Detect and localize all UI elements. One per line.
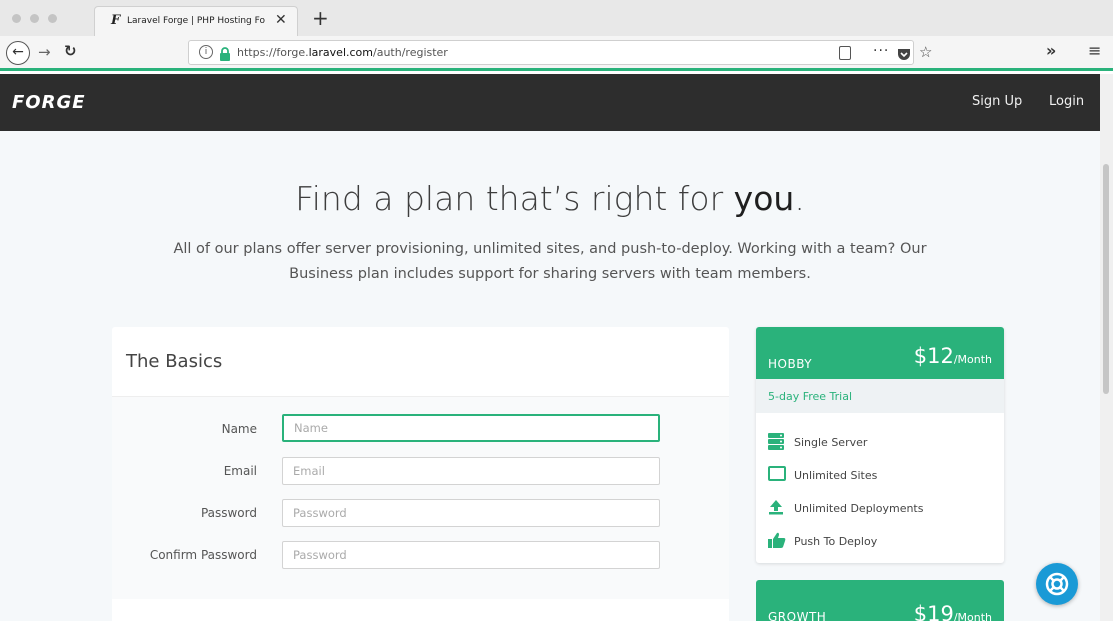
reader-view-icon[interactable] — [839, 46, 851, 60]
page-title: Find a plan that’s right for you. — [295, 179, 805, 218]
page-subtitle: All of our plans offer server provisioni… — [173, 241, 927, 282]
confirm-password-field[interactable] — [282, 541, 660, 569]
scrollbar-thumb[interactable] — [1103, 164, 1109, 394]
plan-price: $19/Month — [913, 602, 992, 621]
password-label: Password — [200, 506, 257, 520]
site-header: FORGE Sign Up Login — [0, 74, 1100, 131]
name-label: Name — [221, 422, 257, 436]
close-tab-icon[interactable]: ✕ — [275, 12, 287, 28]
feature-label: Single Server — [794, 436, 868, 449]
browser-tab-bar: F Laravel Forge | PHP Hosting Fo ✕ + — [0, 0, 1113, 36]
page-content: Find a plan that’s right for you. All of… — [0, 131, 1100, 621]
pocket-icon[interactable] — [897, 46, 911, 65]
password-field[interactable] — [282, 499, 660, 527]
forge-logo[interactable]: FORGE — [12, 92, 86, 113]
new-tab-icon[interactable]: + — [312, 6, 329, 30]
basics-form-card: The Basics Name Email Password Confirm P… — [112, 327, 729, 621]
plan-price: $12/Month — [913, 344, 992, 368]
thumbs-up-icon — [768, 532, 786, 552]
browser-nav-bar: ← → ↻ i https://forge.laravel.com/auth/r… — [0, 36, 1113, 71]
feature-label: Push To Deploy — [794, 535, 878, 548]
plan-name: GROWTH — [768, 610, 827, 621]
plan-feature: Push To Deploy — [768, 532, 998, 550]
upload-icon — [768, 499, 784, 519]
plan-feature: Unlimited Deployments — [768, 499, 998, 517]
window-zoom-dot[interactable] — [48, 14, 57, 23]
lifebuoy-icon — [1045, 572, 1069, 596]
plan-card-growth[interactable]: GROWTH $19/Month — [756, 580, 1004, 621]
page-scrollbar[interactable] — [1100, 74, 1113, 621]
window-minimize-dot[interactable] — [30, 14, 39, 23]
info-icon[interactable]: i — [199, 45, 213, 59]
address-bar[interactable]: i https://forge.laravel.com/auth/registe… — [188, 40, 932, 65]
name-field[interactable] — [282, 414, 660, 442]
plan-feature: Single Server — [768, 433, 998, 451]
reload-icon[interactable]: ↻ — [64, 42, 77, 60]
tab-title: Laravel Forge | PHP Hosting Fo — [127, 16, 265, 26]
signup-link[interactable]: Sign Up — [972, 94, 1022, 109]
forward-arrow-icon[interactable]: → — [38, 43, 51, 61]
login-link[interactable]: Login — [1049, 94, 1084, 109]
plan-card-hobby[interactable]: HOBBY $12/Month 5-day Free Trial Single … — [756, 327, 1004, 563]
plan-name: HOBBY — [768, 357, 813, 371]
window-icon — [768, 466, 786, 485]
url-text: https://forge.laravel.com/auth/register — [237, 46, 448, 59]
basics-title: The Basics — [126, 351, 223, 372]
hamburger-menu-icon[interactable]: ≡ — [1088, 41, 1101, 60]
feature-label: Unlimited Deployments — [794, 502, 924, 515]
plan-trial: 5-day Free Trial — [768, 390, 853, 403]
plan-header: HOBBY $12/Month — [756, 327, 1004, 379]
back-arrow-icon[interactable]: ← — [6, 41, 30, 65]
browser-tab[interactable]: F Laravel Forge | PHP Hosting Fo ✕ — [94, 6, 298, 36]
email-field[interactable] — [282, 457, 660, 485]
window-close-dot[interactable] — [12, 14, 21, 23]
overflow-chevron-icon[interactable]: » — [1046, 41, 1056, 60]
forge-favicon-icon: F — [111, 13, 121, 28]
basics-card-header: The Basics — [112, 327, 729, 397]
plan-trial-bar: 5-day Free Trial — [756, 379, 1004, 413]
confirm-password-label: Confirm Password — [149, 548, 257, 562]
more-actions-icon[interactable]: ··· — [873, 43, 889, 59]
basics-form-body: Name Email Password Confirm Password — [112, 397, 729, 599]
email-label: Email — [223, 464, 257, 478]
help-lifebuoy-button[interactable] — [1036, 563, 1078, 605]
server-icon — [768, 433, 784, 454]
lock-icon[interactable] — [219, 46, 231, 65]
bookmark-star-icon[interactable]: ☆ — [919, 43, 932, 61]
plan-feature: Unlimited Sites — [768, 466, 998, 484]
feature-label: Unlimited Sites — [794, 469, 878, 482]
